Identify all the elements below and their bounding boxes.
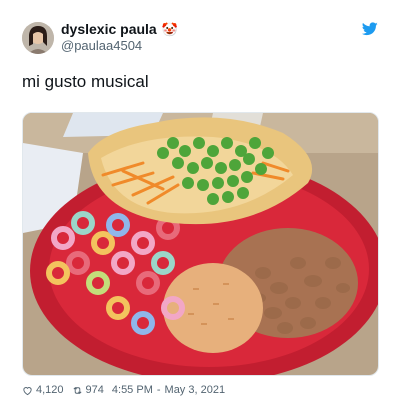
tweet-text: mi gusto musical (22, 72, 149, 91)
like-count: 4,120 (36, 384, 64, 396)
retweet-icon (73, 386, 82, 394)
twitter-bird-icon[interactable] (362, 22, 378, 36)
avatar-image (22, 22, 54, 54)
tweet-footer: 4,120 974 4:55 PM - May 3, 2021 (22, 384, 225, 396)
heart-icon (23, 386, 32, 395)
name-row: dyslexic paula 🤡 (61, 21, 178, 37)
retweet-count: 974 (85, 384, 104, 396)
tweet-date[interactable]: May 3, 2021 (165, 384, 226, 396)
tweet-card: dyslexic paula 🤡 @paulaa4504 mi gusto mu… (0, 0, 400, 411)
food-plate-photo-icon (23, 113, 378, 375)
clown-emoji-icon: 🤡 (161, 21, 178, 37)
tweet-time[interactable]: 4:55 PM (112, 384, 153, 396)
time-date-separator: - (156, 384, 161, 396)
avatar[interactable] (22, 22, 54, 54)
like-metric[interactable]: 4,120 (22, 384, 64, 396)
tweet-photo[interactable] (22, 112, 379, 376)
retweet-metric[interactable]: 974 (72, 384, 104, 396)
display-name[interactable]: dyslexic paula (61, 21, 157, 37)
user-handle[interactable]: @paulaa4504 (61, 38, 142, 53)
